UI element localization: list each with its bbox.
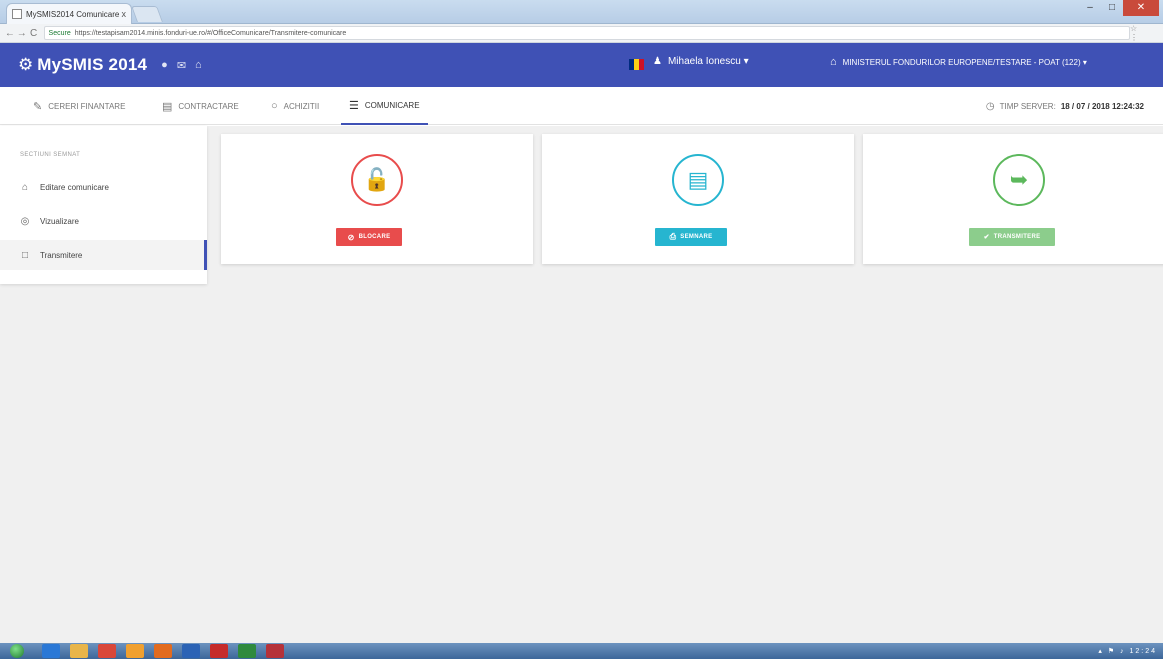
tab-contractare[interactable]: ▤ CONTRACTARE — [162, 87, 239, 125]
tab-label: COMUNICARE — [364, 100, 420, 110]
document-icon: ▤ — [162, 100, 173, 113]
app-icon[interactable] — [266, 644, 284, 658]
minimize-button[interactable]: – — [1079, 0, 1101, 16]
new-tab-button[interactable] — [131, 6, 163, 22]
start-button[interactable] — [10, 644, 24, 658]
os-taskbar: ▴ ⚑ ♪ 12:24 — [0, 643, 1163, 659]
sidebar-item-vizualizare[interactable]: ◎ Vizualizare — [0, 206, 207, 236]
clock-icon: ◷ — [985, 100, 995, 112]
semnare-button[interactable]: ⎙ SEMNARE — [655, 228, 727, 246]
browser-tab[interactable]: MySMIS2014 Comunicare x — [6, 3, 132, 24]
ie-icon[interactable] — [42, 644, 60, 658]
workspace: SECTIUNI SEMNAT ⌂ Editare comunicare ◎ V… — [0, 126, 1163, 643]
acrobat-icon[interactable] — [210, 644, 228, 658]
language-flag-icon[interactable] — [629, 59, 644, 70]
forward-arrow-icon[interactable]: → — [16, 28, 28, 39]
user-name: Mihaela Ionescu ▾ — [667, 56, 749, 67]
flag-stripe-red — [639, 59, 644, 70]
status-icon[interactable]: ● — [161, 59, 168, 72]
secure-badge: Secure — [48, 29, 71, 37]
top-nav: ✎ CERERI FINANTARE ▤ CONTRACTARE ○ ACHIZ… — [0, 87, 1163, 125]
sidebar-item-editare[interactable]: ⌂ Editare comunicare — [0, 172, 207, 202]
close-window-button[interactable]: ✕ — [1123, 0, 1159, 16]
sidebar-item-transmitere[interactable]: □ Transmitere — [0, 240, 207, 270]
tab-close-icon[interactable]: x — [122, 9, 127, 19]
mail-icon[interactable]: ✉ — [177, 59, 186, 72]
institution-menu[interactable]: ⌂ MINISTERUL FONDURILOR EUROPENE/TESTARE… — [830, 56, 1087, 68]
chrome-icon[interactable] — [98, 644, 116, 658]
bank-icon: ⌂ — [830, 56, 837, 68]
screen: MySMIS2014 Comunicare x – □ ✕ ← → C Secu… — [0, 0, 1163, 659]
server-time-label: TIMP SERVER: — [999, 101, 1056, 111]
institution-name: MINISTERUL FONDURILOR EUROPENE/TESTARE -… — [842, 57, 1087, 67]
tab-achizitii[interactable]: ○ ACHIZITII — [271, 87, 319, 125]
home-icon[interactable]: ⌂ — [195, 59, 202, 72]
sidebar: SECTIUNI SEMNAT ⌂ Editare comunicare ◎ V… — [0, 126, 207, 284]
sidebar-heading: SECTIUNI SEMNAT — [20, 152, 81, 158]
pencil-icon: ✎ — [33, 100, 43, 113]
header-icons: ● ✉ ⌂ — [161, 59, 202, 72]
transmitere-button[interactable]: ✔ TRANSMITERE — [969, 228, 1055, 246]
window-controls: – □ ✕ — [1079, 0, 1159, 16]
cart-icon: ○ — [271, 100, 278, 112]
block-icon: ⊘ — [347, 232, 355, 242]
word-icon[interactable] — [182, 644, 200, 658]
eye-icon: ◎ — [20, 215, 30, 227]
sidebar-item-label: Vizualizare — [40, 216, 79, 226]
browser-addressbar: ← → C Secure https://testapisam2014.mini… — [0, 24, 1163, 43]
tab-label: ACHIZITII — [283, 101, 320, 111]
unlock-icon: 🔓 — [351, 154, 403, 206]
card-transmitere: ➥ ✔ TRANSMITERE — [863, 134, 1163, 264]
tab-label: CONTRACTARE — [178, 101, 239, 111]
browser-tabstrip: MySMIS2014 Comunicare x – □ ✕ — [0, 0, 1163, 24]
print-icon: ⎙ — [669, 232, 677, 241]
pdf-document-icon: ▤ — [672, 154, 724, 206]
reload-icon[interactable]: C — [28, 28, 40, 39]
back-arrow-icon[interactable]: ← — [4, 28, 16, 39]
maximize-button[interactable]: □ — [1101, 0, 1123, 16]
forward-arrow-icon: ➥ — [993, 154, 1045, 206]
check-icon: ✔ — [983, 234, 990, 241]
browser-tab-title: MySMIS2014 Comunicare — [26, 9, 119, 19]
system-tray[interactable]: ▴ ⚑ ♪ 12:24 — [1098, 647, 1157, 655]
brand[interactable]: ⚙ MySMIS 2014 — [18, 55, 147, 75]
sidebar-item-label: Transmitere — [40, 250, 83, 260]
media-icon[interactable] — [126, 644, 144, 658]
bookmark-star-icon[interactable]: ☆ ⋮ — [1130, 24, 1159, 42]
home-icon: ⌂ — [21, 181, 29, 193]
taskbar-apps — [42, 644, 284, 658]
blocare-button[interactable]: ⊘ BLOCARE — [336, 228, 402, 246]
tab-comunicare[interactable]: ☰ COMUNICARE — [341, 87, 428, 125]
url-input[interactable]: Secure https://testapisam2014.minis.fond… — [43, 26, 1130, 40]
url-text: https://testapisam2014.minis.fonduri-ue.… — [74, 29, 347, 37]
folder-icon[interactable] — [70, 644, 88, 658]
firefox-icon[interactable] — [154, 644, 172, 658]
button-label: SEMNARE — [680, 234, 713, 240]
button-label: TRANSMITERE — [993, 234, 1041, 240]
brand-name: MySMIS 2014 — [37, 55, 148, 74]
user-menu[interactable]: ♟ Mihaela Ionescu ▾ — [653, 56, 749, 67]
sidebar-item-label: Editare comunicare — [40, 182, 109, 192]
send-icon: □ — [21, 249, 29, 261]
gear-icon: ⚙ — [18, 55, 34, 74]
server-time-value: 18 / 07 / 2018 12:24:32 — [1060, 101, 1144, 111]
user-icon: ♟ — [653, 56, 662, 67]
message-icon: ☰ — [349, 99, 359, 112]
tab-label: CERERI FINANTARE — [48, 101, 126, 111]
card-blocare: 🔓 ⊘ BLOCARE — [221, 134, 533, 264]
button-label: BLOCARE — [358, 234, 391, 240]
excel-icon[interactable] — [238, 644, 256, 658]
server-time: ◷ TIMP SERVER: 18 / 07 / 2018 12:24:32 — [986, 87, 1144, 125]
tab-cereri-finantare[interactable]: ✎ CERERI FINANTARE — [33, 87, 125, 125]
page-icon — [12, 9, 22, 19]
card-semnare: ▤ ⎙ SEMNARE — [542, 134, 854, 264]
